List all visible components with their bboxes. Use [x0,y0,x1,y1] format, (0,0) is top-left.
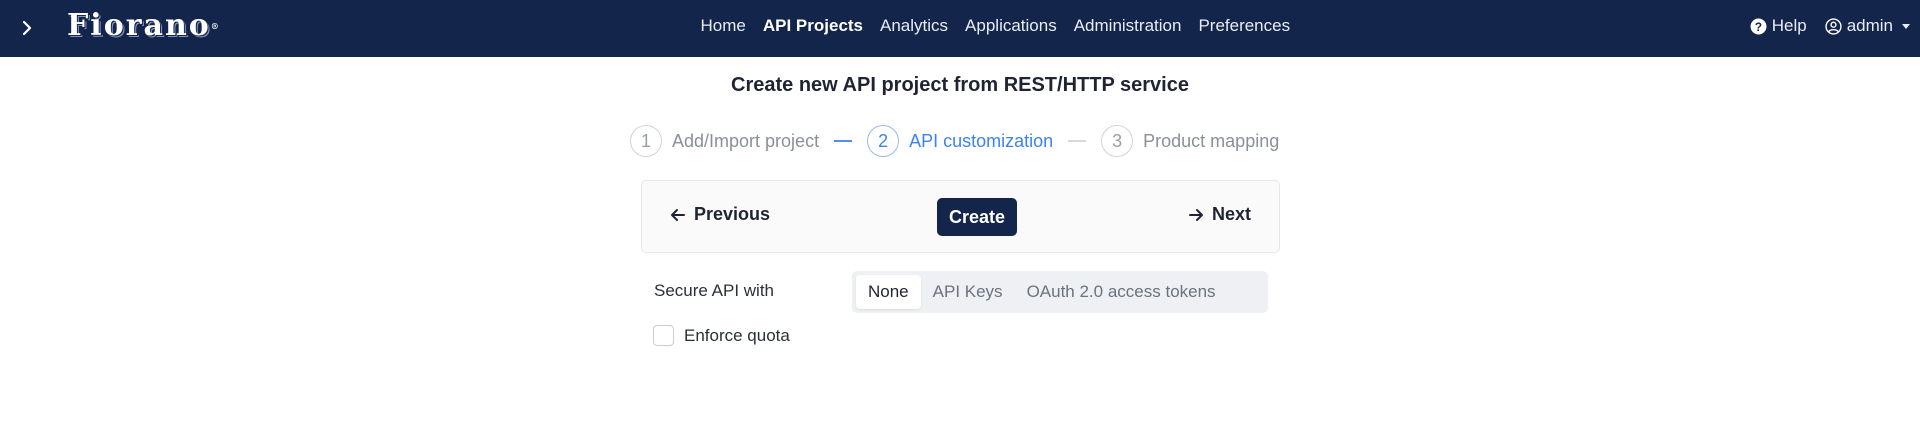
step-number: 1 [630,125,662,157]
caret-down-icon [1902,23,1910,29]
step-product-mapping[interactable]: 3 Product mapping [1101,125,1279,157]
user-circle-icon [1825,17,1842,35]
help-link[interactable]: ? Help [1750,16,1807,36]
registered-mark: ® [210,21,219,31]
nav-preferences[interactable]: Preferences [1190,16,1299,36]
secure-api-label: Secure API with [654,281,775,300]
next-button[interactable]: Next [1188,204,1251,225]
step-label: Product mapping [1143,130,1280,151]
previous-label: Previous [694,204,771,224]
enforce-quota-checkbox[interactable] [653,325,674,346]
step-add-import[interactable]: 1 Add/Import project [630,125,819,157]
top-navbar: Fiorano® Home API Projects Analytics App… [0,0,1920,57]
security-segmented-control: None API Keys OAuth 2.0 access tokens [852,271,1268,313]
sidebar-toggle-button[interactable] [16,14,38,42]
enforce-quota-toggle[interactable]: Enforce quota [653,325,790,346]
previous-button[interactable]: Previous [670,204,770,225]
user-nav: ? Help admin [1750,0,1910,52]
nav-applications[interactable]: Applications [957,16,1066,36]
step-label: API customization [909,130,1054,151]
nav-analytics[interactable]: Analytics [872,16,957,36]
logo-text: Fiorano [67,8,211,43]
step-api-customization[interactable]: 2 API customization [867,125,1053,157]
nav-home[interactable]: Home [692,16,754,36]
step-connector [834,140,853,142]
step-number: 2 [867,125,900,157]
user-label: admin [1846,16,1893,35]
create-button[interactable]: Create [937,198,1017,236]
arrow-left-icon [671,208,685,221]
wizard-actions-panel: Previous Create Next [641,180,1280,253]
wizard-steps: 1 Add/Import project 2 API customization… [630,124,1279,158]
main-nav: Home API Projects Analytics Applications… [692,0,1299,52]
security-option-none[interactable]: None [856,275,921,309]
nav-administration[interactable]: Administration [1065,16,1190,36]
nav-api-projects[interactable]: API Projects [754,16,871,36]
step-number: 3 [1101,125,1134,157]
enforce-quota-label: Enforce quota [684,325,790,345]
question-circle-icon: ? [1750,18,1767,34]
help-label: Help [1771,16,1807,35]
arrow-right-icon [1188,208,1203,221]
chevron-right-icon [22,20,32,36]
svg-text:?: ? [1755,20,1762,33]
step-label: Add/Import project [672,130,820,151]
user-menu[interactable]: admin [1825,16,1910,36]
step-connector [1068,140,1087,142]
security-option-api-keys[interactable]: API Keys [921,275,1015,309]
fiorano-logo[interactable]: Fiorano® [67,11,219,41]
page-title: Create new API project from REST/HTTP se… [731,74,1189,96]
next-label: Next [1211,204,1251,224]
security-option-oauth[interactable]: OAuth 2.0 access tokens [1015,275,1228,309]
